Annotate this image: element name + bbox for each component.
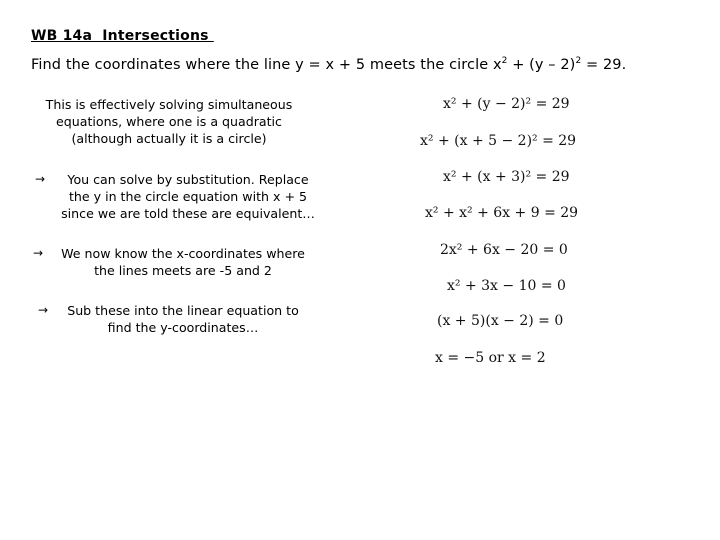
- slide-title: WB 14a Intersections: [31, 28, 214, 44]
- bullet-line: We now know the x-coordinates where: [61, 246, 305, 261]
- bullet-line: You can solve by substitution. Replace: [67, 172, 309, 187]
- arrow-right-icon: →: [38, 303, 49, 317]
- question-suffix: = 29.: [581, 57, 627, 73]
- working-step-3: x² + (x + 3)² = 29: [443, 169, 570, 185]
- working-step-8: x = −5 or x = 2: [435, 350, 546, 366]
- bullet-text: Sub these into the linear equation to fi…: [54, 302, 312, 336]
- intro-line: This is effectively solving simultaneous: [45, 97, 293, 112]
- working-step-2: x² + (x + 5 − 2)² = 29: [420, 133, 577, 149]
- bullet-line: find the y-coordinates…: [107, 320, 259, 335]
- working-step-6: x² + 3x − 10 = 0: [447, 278, 566, 294]
- bullet-line: the lines meets are -5 and 2: [94, 263, 272, 278]
- working-step-1: x² + (y − 2)² = 29: [443, 96, 570, 112]
- bullet-line: Sub these into the linear equation to: [67, 303, 299, 318]
- working-step-5: 2x² + 6x − 20 = 0: [440, 242, 568, 258]
- bullet-line: the y in the circle equation with x + 5: [68, 189, 308, 204]
- intro-note: This is effectively solving simultaneous…: [36, 96, 302, 147]
- bullet-line: since we are told these are equivalent…: [61, 206, 315, 221]
- question-mid: + (y – 2): [507, 57, 576, 73]
- bullet-text: We now know the x-coordinates where the …: [48, 245, 318, 279]
- arrow-right-icon: →: [35, 172, 46, 186]
- arrow-right-icon: →: [33, 246, 44, 260]
- bullet-text: You can solve by substitution. Replace t…: [52, 171, 324, 222]
- intro-line: equations, where one is a quadratic: [56, 114, 282, 129]
- working-step-7: (x + 5)(x − 2) = 0: [437, 313, 564, 329]
- working-step-4: x² + x² + 6x + 9 = 29: [425, 205, 579, 221]
- intro-line: (although actually it is a circle): [71, 131, 267, 146]
- question-prefix: Find the coordinates where the line y = …: [31, 57, 502, 73]
- question-text: Find the coordinates where the line y = …: [31, 57, 626, 73]
